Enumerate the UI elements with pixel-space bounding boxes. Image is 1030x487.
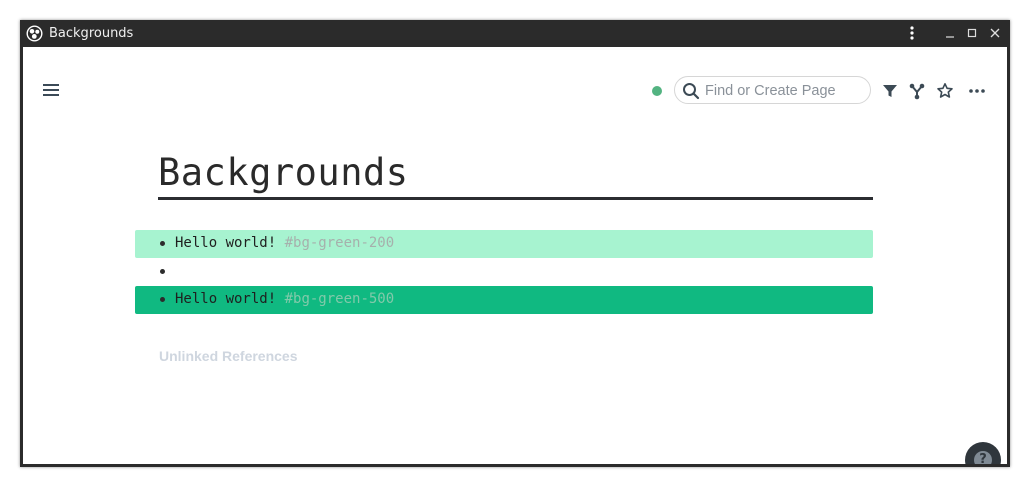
block-3[interactable]: Hello world! #bg-green-500 [135,286,873,314]
maximize-icon[interactable] [963,24,981,42]
search-input[interactable] [703,80,867,102]
search-icon [683,83,700,100]
bullet-dot[interactable] [160,241,165,246]
minimize-icon[interactable] [941,24,959,42]
block-2[interactable] [135,258,873,286]
bullet-dot[interactable] [160,297,165,302]
block-content[interactable]: Hello world! #bg-green-500 [175,291,394,307]
more-icon[interactable] [968,82,986,100]
graph-icon[interactable] [908,82,926,100]
sync-status-indicator [652,86,662,96]
filter-icon[interactable] [881,82,899,100]
app-window: Backgrounds Find or Create Page Backgrou… [20,20,1010,467]
title-bar: Backgrounds [20,20,1010,47]
star-icon[interactable] [936,82,954,100]
main-content: Backgrounds Hello world! #bg-green-200 H… [23,47,1007,464]
help-icon: ? [974,451,992,464]
block-text: Hello world! [175,291,277,307]
help-button[interactable]: ? [965,442,1001,464]
search-box[interactable] [674,76,871,104]
block-text: Hello world! [175,235,277,251]
block-tag[interactable]: #bg-green-200 [285,235,395,251]
block-tag[interactable]: #bg-green-500 [285,291,395,307]
page-title[interactable]: Backgrounds [158,149,873,200]
menu-icon[interactable] [42,83,60,97]
block-content[interactable]: Hello world! #bg-green-200 [175,235,394,251]
unlinked-references-heading[interactable]: Unlinked References [159,348,298,364]
bullet-dot[interactable] [160,269,165,274]
app-logo-icon [26,25,43,42]
block-1[interactable]: Hello world! #bg-green-200 [135,230,873,258]
window-menu-icon[interactable] [903,24,921,42]
close-icon[interactable] [986,24,1004,42]
window-title: Backgrounds [49,26,134,41]
